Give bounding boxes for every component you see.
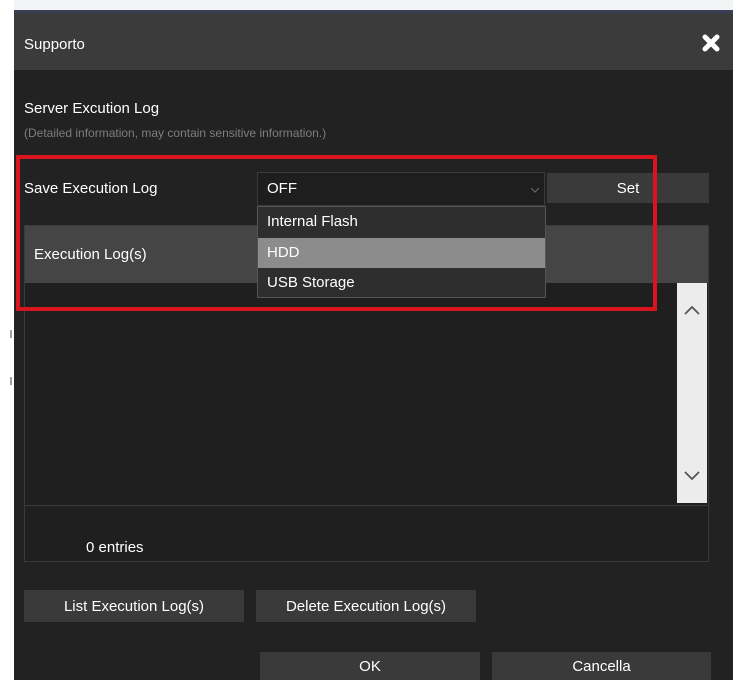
entries-count: 0 entries [86,539,144,556]
delete-execution-logs-button[interactable]: Delete Execution Log(s) [256,590,476,622]
list-divider [25,505,708,506]
chevron-up-icon[interactable] [684,305,700,315]
support-dialog: Supporto Server Excution Log (Detailed i… [14,10,733,680]
highlight-annotation [16,155,657,311]
background-mark [10,377,12,385]
close-x-icon [702,34,720,52]
list-execution-logs-button[interactable]: List Execution Log(s) [24,590,244,622]
list-scrollbar[interactable] [677,283,707,503]
close-button[interactable] [697,29,725,57]
cancel-button[interactable]: Cancella [492,652,711,680]
dialog-title: Supporto [24,36,85,53]
ok-button[interactable]: OK [260,652,480,680]
section-title: Server Excution Log [24,100,160,117]
chevron-down-icon[interactable] [684,471,700,481]
dialog-titlebar: Supporto [14,13,733,70]
background-mark [10,330,12,338]
background-strip [0,0,14,680]
section-note: (Detailed information, may contain sensi… [24,126,327,140]
